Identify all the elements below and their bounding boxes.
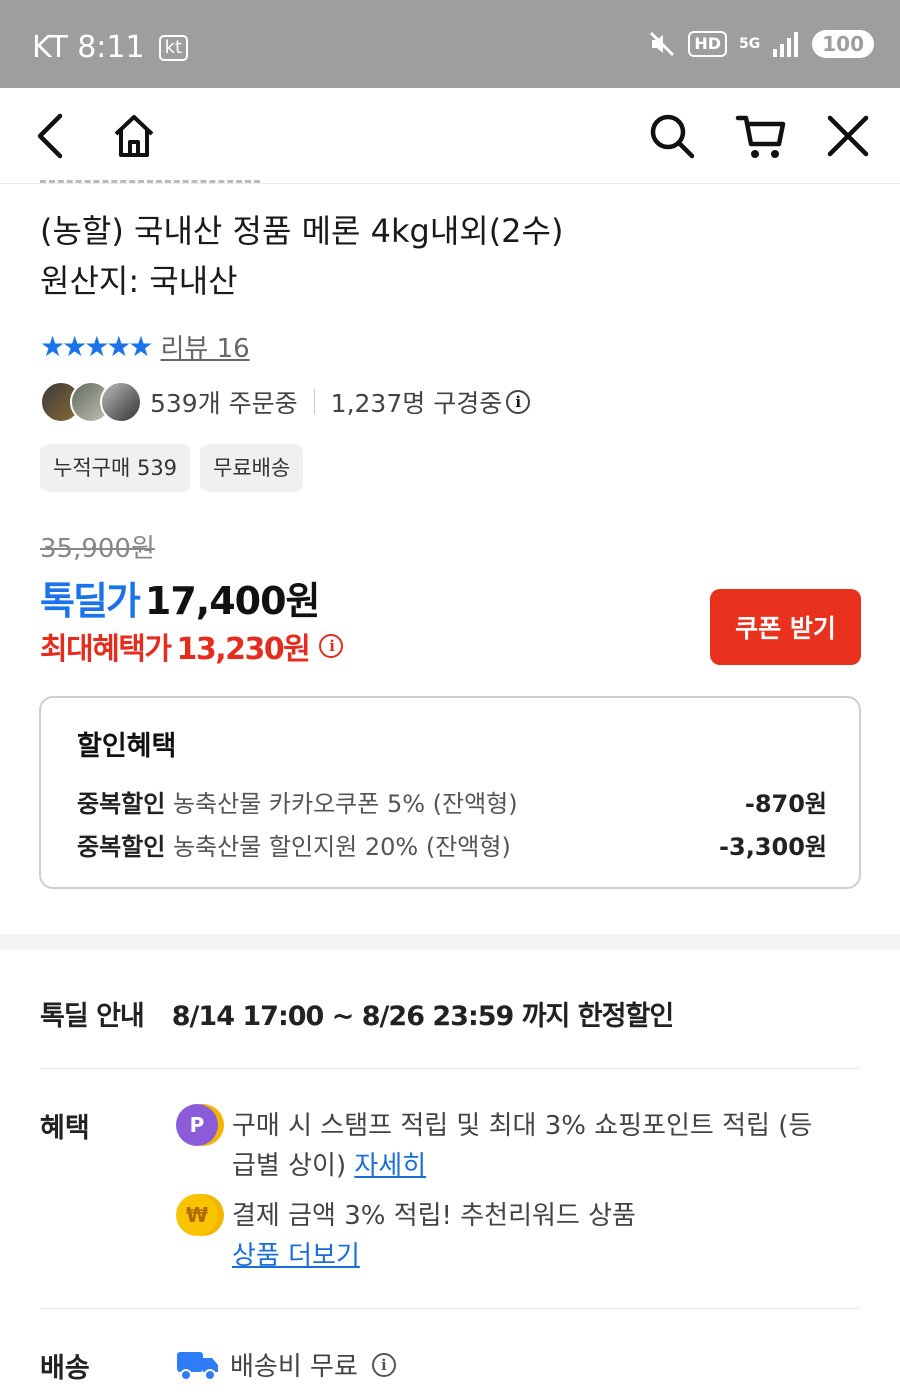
status-bar-left: KT 8:11 kt (32, 30, 189, 65)
info-icon[interactable]: i (371, 1352, 396, 1377)
benefit-item: P 구매 시 스탬프 적립 및 최대 3% 쇼핑포인트 적립 (등급별 상이) … (176, 1104, 836, 1186)
deal-price: 17,400원 (144, 579, 321, 623)
divider (313, 389, 315, 415)
review-count-link[interactable]: 리뷰 16 (161, 328, 250, 365)
top-nav (0, 88, 900, 184)
benefit-text: 결제 금액 3% 적립! 추천리워드 상품 (232, 1201, 636, 1231)
divider (40, 1308, 860, 1309)
deal-guide-label: 톡딜 안내 (40, 1001, 145, 1032)
shipping-text: 배송비 무료 (230, 1352, 358, 1382)
product-name: (농할) 국내산 정품 메론 4kg내외(2수) (40, 212, 564, 250)
tag-cumulative-purchase: 누적구매 539 (40, 444, 191, 492)
search-icon[interactable] (644, 108, 700, 164)
deal-price-label: 톡딜가 (40, 579, 141, 623)
back-icon[interactable] (22, 108, 78, 164)
home-icon[interactable] (106, 108, 162, 164)
info-icon[interactable]: i (506, 390, 531, 414)
status-bar: KT 8:11 kt HD 5G 100 (0, 0, 900, 88)
discount-benefits-box: 할인혜택 중복할인 농축산물 카카오쿠폰 5% (잔액형) -870원 중복할인… (39, 696, 861, 889)
benefit-item: ₩ 결제 금액 3% 적립! 추천리워드 상품상품 더보기 (176, 1194, 836, 1276)
product-tags: 누적구매 539 무료배송 (40, 444, 304, 492)
discount-amount: -870원 (744, 790, 827, 818)
star-rating-icon: ★★★★★ (40, 330, 154, 363)
battery-icon: 100 (812, 30, 874, 58)
discount-desc: 농축산물 할인지원 20% (잔액형) (172, 833, 511, 861)
won-coin-icon: ₩ (176, 1194, 218, 1236)
info-icon[interactable]: i (319, 634, 344, 658)
shipping-label: 배송 (40, 1353, 90, 1384)
point-coin-icon: P (176, 1104, 218, 1146)
viewer-count: 1,237명 구경중 (330, 389, 503, 418)
deal-guide-period: 8/14 17:00 ~ 8/26 23:59 까지 한정할인 (171, 1001, 674, 1032)
deal-price-row: 톡딜가 17,400원 (40, 570, 320, 625)
clipped-text-fragment (40, 178, 300, 186)
max-benefit-row: 최대혜택가 13,230원 i (40, 624, 344, 668)
avatar (100, 381, 142, 423)
rating-row: ★★★★★ 리뷰 16 (40, 328, 250, 365)
orders-row: 539개 주문중 1,237명 구경중 i (40, 380, 531, 424)
discount-amount: -3,300원 (719, 833, 827, 861)
section-divider (0, 934, 900, 950)
benefit-text: 구매 시 스탬프 적립 및 최대 3% 쇼핑포인트 적립 (등급별 상이) (232, 1111, 813, 1181)
divider (40, 1068, 860, 1069)
original-price: 35,900원 (40, 534, 155, 564)
status-bar-right: HD 5G 100 (648, 30, 874, 58)
truck-icon (177, 1351, 218, 1381)
buyer-avatars (40, 381, 142, 423)
product-title: (농할) 국내산 정품 메론 4kg내외(2수) 원산지: 국내산 (40, 206, 563, 306)
hd-icon: HD (688, 31, 728, 57)
product-origin: 원산지: 국내산 (40, 262, 238, 300)
details-link[interactable]: 자세히 (354, 1151, 426, 1181)
carrier-badge: kt (158, 34, 189, 61)
get-coupon-button[interactable]: 쿠폰 받기 (710, 589, 861, 665)
max-benefit-price: 13,230원 (176, 632, 311, 667)
network-5g-icon: 5G (739, 36, 761, 52)
max-benefit-label: 최대혜택가 (40, 632, 172, 667)
shipping-info: 배송비 무료 i (176, 1346, 396, 1383)
order-count: 539개 주문중 (150, 389, 298, 418)
tag-free-shipping: 무료배송 (200, 444, 304, 492)
discount-title: 할인혜택 (77, 731, 177, 762)
discount-row: 중복할인 농축산물 할인지원 20% (잔액형) -3,300원 (77, 827, 827, 862)
discount-row: 중복할인 농축산물 카카오쿠폰 5% (잔액형) -870원 (77, 784, 827, 819)
signal-icon (773, 32, 799, 57)
carrier-time: KT 8:11 (32, 30, 145, 65)
close-icon[interactable] (820, 108, 876, 164)
mute-icon (650, 31, 675, 57)
discount-desc: 농축산물 카카오쿠폰 5% (잔액형) (172, 790, 518, 818)
cart-icon[interactable] (733, 108, 789, 164)
deal-guide-row: 톡딜 안내 8/14 17:00 ~ 8/26 23:59 까지 한정할인 (40, 994, 674, 1033)
more-products-link[interactable]: 상품 더보기 (232, 1241, 360, 1271)
discount-tag: 중복할인 (77, 833, 166, 861)
discount-tag: 중복할인 (77, 790, 166, 818)
benefits-label: 혜택 (40, 1113, 90, 1144)
